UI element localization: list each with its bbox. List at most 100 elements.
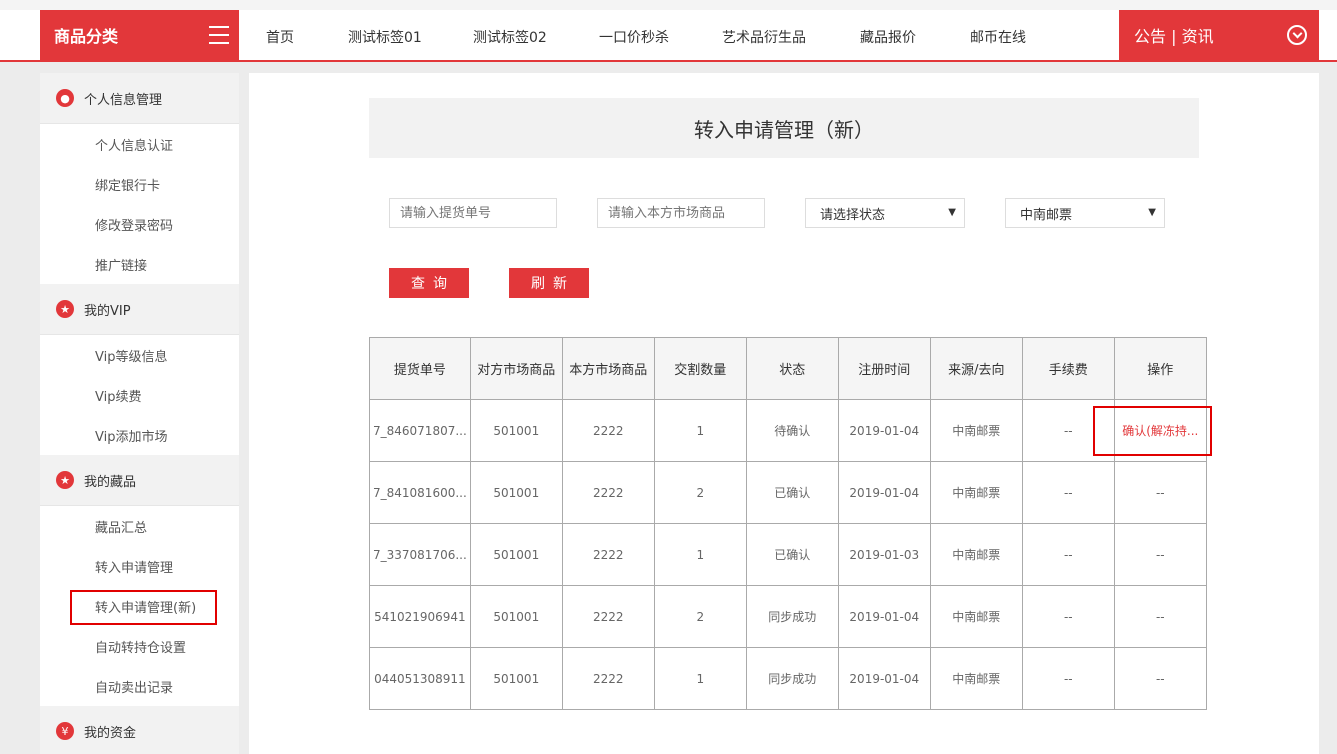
cell: 中南邮票 (929, 523, 1023, 586)
sidebar-section-funds[interactable]: ¥ 我的资金 (40, 706, 239, 754)
table-row: 7_337081706... 501001 2222 1 已确认 2019-01… (369, 523, 1207, 586)
nav-stamps-online[interactable]: 邮币在线 (970, 27, 1026, 47)
cell: 501001 (469, 399, 563, 462)
refresh-button[interactable]: 刷新 (509, 268, 589, 298)
notice-label: 公告 | 资讯 (1134, 27, 1214, 46)
top-header: 商品分类 首页 测试标签01 测试标签02 一口价秒杀 艺术品衍生品 藏品报价 … (0, 10, 1337, 62)
highlight-box-sidebar (70, 590, 217, 625)
nav-art-derivatives[interactable]: 艺术品衍生品 (722, 27, 806, 47)
sidebar-item-auto-sell[interactable]: 自动卖出记录 (40, 666, 239, 706)
sidebar-item-vip-level[interactable]: Vip等级信息 (40, 335, 239, 375)
dropdown-arrow-icon: ▼ (948, 207, 956, 218)
sidebar-item-vip-renew[interactable]: Vip续费 (40, 375, 239, 415)
cell: -- (1113, 461, 1207, 524)
cell: 7_841081600... (369, 461, 471, 524)
cell: -- (1021, 647, 1115, 710)
section-label: 我的VIP (84, 303, 131, 319)
page-title: 转入申请管理（新） (369, 98, 1199, 158)
cell: -- (1021, 461, 1115, 524)
notice-news-button[interactable]: 公告 | 资讯 (1119, 10, 1319, 60)
chevron-down-icon[interactable] (1287, 25, 1307, 45)
status-select[interactable]: 请选择状态 ▼ (805, 198, 965, 228)
cell: 同步成功 (745, 647, 839, 710)
cell: 待确认 (745, 399, 839, 462)
cell: 2019-01-04 (837, 399, 931, 462)
cell: 已确认 (745, 523, 839, 586)
sidebar-section-personal[interactable]: ● 个人信息管理 (40, 73, 239, 124)
col-fee: 手续费 (1021, 337, 1115, 400)
table-row: 7_846071807... 501001 2222 1 待确认 2019-01… (369, 399, 1207, 462)
col-status: 状态 (745, 337, 839, 400)
cell: 044051308911 (369, 647, 471, 710)
cell: 501001 (469, 585, 563, 648)
cell: 2019-01-04 (837, 647, 931, 710)
sidebar-item-password[interactable]: 修改登录密码 (40, 204, 239, 244)
sidebar-item-auto-position[interactable]: 自动转持仓设置 (40, 626, 239, 666)
cell: 已确认 (745, 461, 839, 524)
star-icon: ★ (56, 471, 74, 489)
sidebar: ● 个人信息管理 个人信息认证 绑定银行卡 修改登录密码 推广链接 ★ 我的VI… (40, 73, 239, 754)
col-source: 来源/去向 (929, 337, 1023, 400)
product-input[interactable] (597, 198, 765, 228)
money-bag-icon: ¥ (56, 722, 74, 740)
cell: 2019-01-04 (837, 461, 931, 524)
cell: 501001 (469, 523, 563, 586)
col-pickup-number: 提货单号 (369, 337, 471, 400)
sidebar-item-promo-link[interactable]: 推广链接 (40, 244, 239, 284)
dropdown-arrow-icon: ▼ (1148, 207, 1156, 218)
cell: 501001 (469, 647, 563, 710)
cell: 2222 (561, 461, 655, 524)
cell: 1 (653, 399, 747, 462)
col-quantity: 交割数量 (653, 337, 747, 400)
sidebar-item-transfer-in[interactable]: 转入申请管理 (40, 546, 239, 586)
table-header-row: 提货单号 对方市场商品 本方市场商品 交割数量 状态 注册时间 来源/去向 手续… (369, 337, 1207, 400)
sidebar-item-collection-summary[interactable]: 藏品汇总 (40, 506, 239, 546)
table-row: 541021906941 501001 2222 2 同步成功 2019-01-… (369, 585, 1207, 648)
col-register-time: 注册时间 (837, 337, 931, 400)
highlight-box-action (1093, 406, 1212, 456)
cell: 中南邮票 (929, 399, 1023, 462)
cell: 2222 (561, 647, 655, 710)
cell: 2222 (561, 523, 655, 586)
cell: 中南邮票 (929, 461, 1023, 524)
col-own-product: 本方市场商品 (561, 337, 655, 400)
cell: 2 (653, 461, 747, 524)
section-label: 我的藏品 (84, 474, 137, 490)
nav-quotes[interactable]: 藏品报价 (860, 27, 916, 47)
cell: 中南邮票 (929, 585, 1023, 648)
status-select-value: 请选择状态 (820, 207, 886, 223)
market-select[interactable]: 中南邮票 ▼ (1005, 198, 1165, 228)
cell: -- (1113, 585, 1207, 648)
user-icon: ● (56, 89, 74, 107)
sidebar-section-vip[interactable]: ★ 我的VIP (40, 284, 239, 335)
section-label: 个人信息管理 (84, 92, 163, 108)
nav-tag02[interactable]: 测试标签02 (473, 27, 547, 47)
cell: 501001 (469, 461, 563, 524)
sidebar-item-bank-card[interactable]: 绑定银行卡 (40, 164, 239, 204)
col-counterparty-product: 对方市场商品 (469, 337, 563, 400)
star-icon: ★ (56, 300, 74, 318)
market-select-value: 中南邮票 (1020, 207, 1073, 223)
cell: 7_846071807... (369, 399, 471, 462)
sidebar-item-vip-market[interactable]: Vip添加市场 (40, 415, 239, 455)
sidebar-section-collection[interactable]: ★ 我的藏品 (40, 455, 239, 506)
table-row: 7_841081600... 501001 2222 2 已确认 2019-01… (369, 461, 1207, 524)
nav-flash-sale[interactable]: 一口价秒杀 (599, 27, 669, 47)
cell: 541021906941 (369, 585, 471, 648)
nav-home[interactable]: 首页 (266, 27, 294, 47)
sidebar-item-identity[interactable]: 个人信息认证 (40, 124, 239, 164)
category-menu-button[interactable]: 商品分类 (40, 10, 239, 60)
cell: -- (1113, 647, 1207, 710)
cell: 同步成功 (745, 585, 839, 648)
category-label: 商品分类 (54, 27, 119, 46)
query-button[interactable]: 查询 (389, 268, 469, 298)
cell: -- (1113, 523, 1207, 586)
cell: 2 (653, 585, 747, 648)
nav-tag01[interactable]: 测试标签01 (348, 27, 422, 47)
cell: 2019-01-03 (837, 523, 931, 586)
cell: 中南邮票 (929, 647, 1023, 710)
top-strip (0, 0, 1337, 10)
cell: 2222 (561, 585, 655, 648)
pickup-number-input[interactable] (389, 198, 557, 228)
cell: 2222 (561, 399, 655, 462)
